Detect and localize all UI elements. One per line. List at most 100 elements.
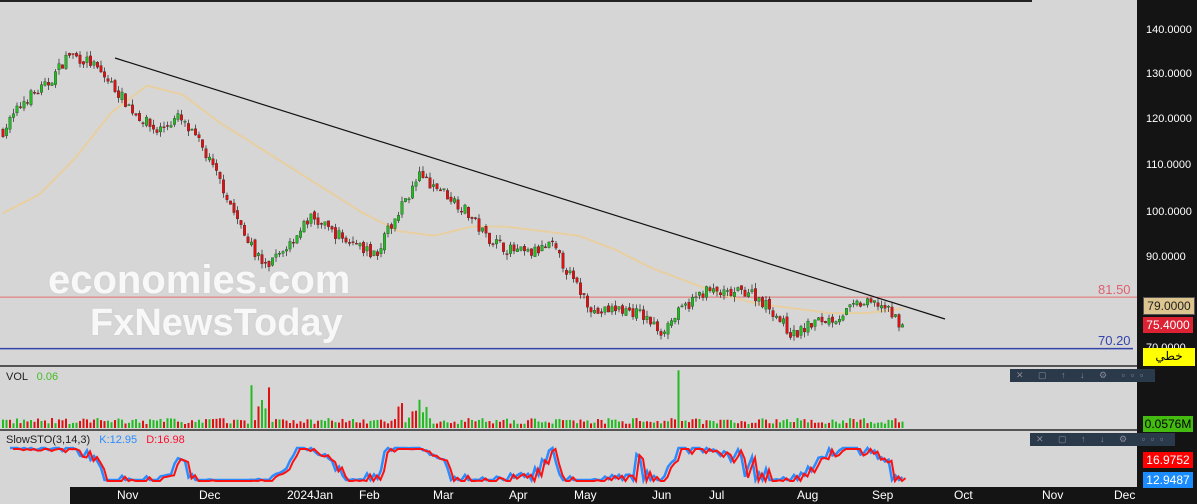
volume-bar — [177, 421, 179, 428]
volume-bar — [191, 420, 193, 428]
volume-bar — [401, 403, 403, 428]
candle — [729, 288, 733, 296]
volume-bar — [23, 419, 25, 428]
volume-bar — [320, 419, 323, 428]
volume-bar — [506, 418, 508, 428]
volume-bar — [443, 420, 445, 428]
volume-bar — [695, 418, 697, 428]
candle — [442, 188, 446, 190]
vol-toolbar[interactable]: ✕ ▢ ↑ ↓ ⚙ ▫▫▫ — [1010, 369, 1156, 382]
candle — [295, 235, 299, 244]
volume-bar — [632, 418, 634, 428]
volume-bar — [436, 423, 438, 428]
candle — [348, 242, 351, 244]
candle — [666, 323, 670, 335]
volume-bar — [156, 420, 158, 428]
volume-bar — [537, 421, 540, 428]
candle — [439, 189, 442, 192]
candle — [215, 163, 218, 171]
candle — [719, 292, 722, 296]
volume-bar — [534, 418, 536, 428]
volume-bar — [261, 399, 263, 428]
candle — [806, 320, 810, 333]
candle — [64, 54, 68, 69]
volume-bar — [803, 419, 806, 428]
candle — [425, 176, 428, 179]
candle — [288, 241, 292, 250]
volume-bar — [551, 423, 554, 428]
candle — [677, 307, 680, 320]
volume-bar — [723, 419, 725, 428]
candle — [722, 289, 726, 296]
candle — [810, 323, 813, 328]
candle — [411, 185, 414, 199]
volume-bar — [520, 423, 522, 428]
time-tick: May — [574, 488, 597, 502]
volume-bar — [348, 420, 351, 428]
volume-bar — [523, 423, 526, 428]
volume-bar — [373, 420, 375, 428]
volume-bar — [180, 421, 183, 428]
candle — [736, 287, 740, 291]
candle — [54, 71, 57, 85]
candle — [316, 217, 320, 225]
candle — [862, 304, 866, 306]
volume-bar — [600, 419, 603, 428]
candle — [379, 248, 383, 254]
volume-bar — [425, 407, 428, 428]
volume-bar — [779, 422, 781, 428]
candle — [421, 170, 425, 178]
volume-bar — [737, 423, 739, 428]
candle — [138, 113, 141, 122]
candle — [687, 302, 691, 309]
volume-bar — [698, 418, 701, 428]
volume-bar — [684, 420, 687, 428]
price-chart[interactable] — [0, 0, 1197, 504]
candle — [225, 195, 229, 200]
candle — [568, 270, 572, 274]
candle — [236, 210, 239, 220]
candle — [26, 102, 29, 104]
candle — [243, 225, 246, 236]
candle — [607, 305, 610, 313]
sto-toolbar[interactable]: ✕ ▢ ↑ ↓ ⚙ ▫▫▫ — [1030, 433, 1176, 446]
candle — [435, 183, 439, 189]
candle — [362, 242, 365, 254]
volume-bar — [709, 420, 711, 428]
candle — [337, 230, 341, 239]
candle — [467, 207, 470, 218]
candle — [827, 318, 831, 325]
time-tick: Sep — [872, 488, 894, 502]
candle — [446, 190, 449, 200]
time-tick: Apr — [509, 488, 528, 502]
volume-bar — [51, 418, 53, 428]
candle — [621, 305, 624, 314]
candle — [407, 198, 411, 201]
candle — [306, 220, 309, 225]
volume-bar — [65, 418, 67, 428]
candle — [554, 243, 558, 249]
volume-bar — [394, 419, 396, 428]
candle — [694, 296, 698, 299]
candle — [526, 249, 530, 252]
volume-bar — [278, 419, 281, 428]
volume-bar — [457, 423, 459, 428]
candle — [463, 204, 467, 214]
volume-bar — [282, 419, 284, 428]
volume-bar — [5, 419, 8, 428]
volume-bar — [576, 423, 578, 428]
candle — [544, 246, 547, 248]
volume-bar — [583, 421, 585, 428]
candle — [99, 65, 103, 73]
candle — [239, 220, 243, 225]
candle — [344, 237, 348, 243]
candle — [670, 320, 673, 326]
volume-bar — [299, 421, 302, 428]
candle — [897, 314, 901, 328]
volume-bar — [614, 419, 617, 428]
candle — [334, 227, 337, 239]
candle — [789, 332, 792, 338]
volume-bar — [222, 418, 225, 428]
volume-bar — [870, 421, 872, 428]
candle — [824, 321, 827, 324]
